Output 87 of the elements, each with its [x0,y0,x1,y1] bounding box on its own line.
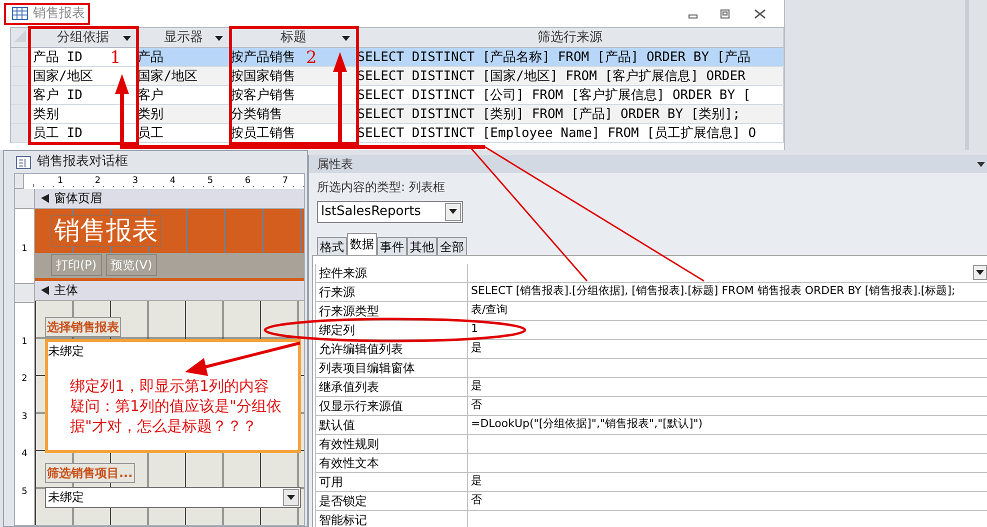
dropdown-button[interactable] [283,488,299,506]
dropdown-arrow-icon [287,494,295,500]
section-arrow-icon [41,194,50,202]
property-tab[interactable]: 事件 [377,236,407,254]
property-value[interactable]: 表/查询 [471,302,508,319]
property-label: 智能标记 [316,510,468,527]
table-cell: 分类销售 [230,105,358,123]
object-selector[interactable]: lstSalesReports [317,201,463,222]
table-row[interactable]: 客户 ID 客户 按客户销售 SELECT DISTINCT [公司] FROM [客户扩展信息] ORDER BY [ [11,86,784,105]
property-value[interactable]: 是 [471,473,482,490]
number-marker: 2 [306,50,317,67]
column-header[interactable]: 分组依据 [28,28,138,47]
dropdown-arrow-icon [976,270,984,275]
combo-box[interactable]: 未绑定 [45,486,301,508]
property-value[interactable]: 是 [471,378,482,395]
property-tab[interactable]: 全部 [437,236,467,254]
property-value[interactable]: 1 [471,321,478,338]
property-value[interactable]: 是 [471,340,482,357]
table-cell: 国家/地区 [28,67,138,85]
table-cell: SELECT DISTINCT [产品名称] FROM [产品] ORDER BY [产品 [357,48,784,66]
number-marker: 1 [110,50,121,67]
table-icon [12,7,28,20]
combo-value: 未绑定 [47,489,85,506]
form-icon [16,156,31,168]
close-icon[interactable] [754,8,766,18]
ruler-number: 1 [22,338,28,348]
panel-title: 属性表 [317,156,353,173]
column-header[interactable]: 显示器 [138,28,230,47]
section-title: 主体 [54,282,78,299]
table-cell: SELECT DISTINCT [Employee Name] FROM [员工扩展信息] O [357,124,784,142]
property-value[interactable]: SELECT [销售报表].[分组依据], [销售报表].[标题] FROM 销售报表 ORDER BY [销售报表].[标题]; [471,283,956,300]
table-cell: 类别 [138,105,230,123]
column-header[interactable]: 标题 [230,28,358,47]
table-row[interactable]: 类别 类别 分类销售 SELECT DISTINCT [类别] FROM [产品] ORDER BY [类别]; [11,105,784,124]
table-cell: 产品 [138,48,230,66]
table-cell: 按客户销售 [230,86,358,104]
table-row[interactable]: 员工 ID 员工 按员工销售 SELECT DISTINCT [Employee Name] FROM [员工扩展信息] O [11,124,784,143]
property-label: 绑定列 [316,320,468,338]
dropdown-arrow-icon[interactable] [977,162,985,166]
property-label: 控件来源 [316,264,468,282]
ruler-number: 3 [22,412,28,424]
object-name: lstSalesReports [320,203,422,221]
table-cell: SELECT DISTINCT [国家/地区] FROM [客户扩展信息] ORDER [357,67,784,85]
property-label: 有效性文本 [316,454,468,472]
table-cell: SELECT DISTINCT [公司] FROM [客户扩展信息] ORDER BY [ [357,86,784,104]
ruler-number: 2 [22,375,28,386]
property-label: 继承值列表 [316,378,468,396]
dropdown-button[interactable] [445,202,461,221]
property-value[interactable]: 否 [471,492,482,509]
table-cell: 类别 [28,105,138,123]
property-label: 是否锁定 [316,492,468,510]
list-label: 选择销售报表 [45,316,121,336]
table-cell: 客户 [138,86,230,104]
list-value: 未绑定 [48,342,84,360]
property-label: 有效性规则 [316,434,468,452]
table-cell: 按员工销售 [230,124,358,142]
table-cell: SELECT DISTINCT [类别] FROM [产品] ORDER BY [类别]; [357,105,784,123]
property-label: 行来源类型 [316,302,468,320]
list-box[interactable]: 未绑定 绑定列1，即显示第1列的内容 疑问：第1列的值应该是"分组依据"才对，怎么是标题？？？ [45,338,301,452]
property-label: 可用 [316,472,468,490]
window-title: 销售报表 [33,4,85,23]
section-title: 窗体页眉 [54,190,102,207]
property-tab[interactable]: 格式 [317,236,347,254]
selection-type: 所选内容的类型: 列表框 [316,179,445,196]
ruler-number: 1 [22,242,28,256]
column-header[interactable]: 筛选行来源 [357,28,784,47]
property-label: 允许编辑值列表 [316,340,468,358]
annotation-text: 绑定列1，即显示第1列的内容 [70,376,270,396]
dropdown-button[interactable] [973,265,987,280]
property-value[interactable]: =DLookUp("[分组依据]","销售报表","[默认]") [471,416,703,433]
section-arrow-icon [41,286,50,294]
ruler-number: 4 [22,450,28,461]
table-cell: 员工 [138,124,230,142]
property-label: 仅显示行来源值 [316,396,468,414]
dropdown-arrow-icon [449,209,457,214]
form-title-label: 销售报表 [51,214,161,246]
property-label: 行来源 [316,282,468,300]
maximize-icon[interactable] [720,8,730,18]
ruler-number: 5 [22,488,28,498]
window-title: 销售报表对话框 [37,153,128,172]
property-tab[interactable]: 数据 [347,232,377,254]
combo-label: 筛选销售项目... [45,462,135,482]
property-value[interactable]: 否 [471,397,482,414]
property-tab[interactable]: 其他 [407,236,437,254]
property-label: 默认值 [316,416,468,434]
annotation-text: 疑问：第1列的值应该是"分组依据"才对，怎么是标题？？？ [70,396,282,436]
property-label: 列表项目编辑窗体 [316,358,468,376]
